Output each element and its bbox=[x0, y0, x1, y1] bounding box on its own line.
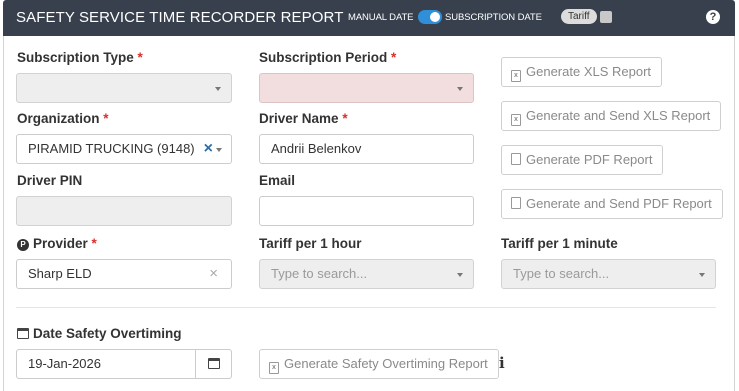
driver-name-label: Driver Name * bbox=[259, 111, 348, 126]
provider-select[interactable]: Sharp ELD × bbox=[16, 259, 232, 289]
chevron-down-icon bbox=[457, 87, 463, 91]
tariff-minute-label: Tariff per 1 minute bbox=[501, 236, 618, 251]
tariff-minute-select[interactable]: Type to search... bbox=[501, 259, 716, 289]
tariff-badge: Tariff bbox=[561, 9, 597, 24]
driver-pin-label: Driver PIN bbox=[17, 173, 83, 188]
subscription-type-select[interactable] bbox=[16, 73, 232, 103]
generate-xls-button[interactable]: x Generate XLS Report bbox=[501, 57, 663, 87]
excel-file-icon: x bbox=[511, 114, 521, 126]
tariff-checkbox[interactable] bbox=[600, 11, 612, 23]
required-mark: * bbox=[91, 236, 97, 251]
manual-date-label[interactable]: MANUAL DATE bbox=[348, 12, 414, 23]
chevron-down-icon bbox=[215, 87, 221, 91]
excel-file-icon: x bbox=[269, 362, 279, 374]
required-mark: * bbox=[342, 111, 348, 126]
chevron-down-icon bbox=[457, 273, 463, 277]
subscription-date-label[interactable]: SUBSCRIPTION DATE bbox=[445, 12, 542, 23]
generate-send-xls-button[interactable]: x Generate and Send XLS Report bbox=[501, 101, 722, 131]
overtiming-date-input[interactable]: 19-Jan-2026 bbox=[16, 349, 196, 379]
pdf-file-icon bbox=[511, 197, 521, 209]
info-icon[interactable]: i bbox=[499, 354, 505, 372]
generate-pdf-button[interactable]: Generate PDF Report bbox=[501, 145, 664, 175]
required-mark: * bbox=[103, 111, 109, 126]
subscription-period-select[interactable] bbox=[259, 73, 474, 103]
calendar-icon bbox=[208, 358, 220, 369]
provider-label: P Provider * bbox=[17, 236, 97, 251]
date-mode-toggle[interactable] bbox=[418, 10, 442, 24]
excel-file-icon: x bbox=[511, 70, 521, 82]
clear-provider-icon[interactable]: × bbox=[209, 260, 218, 288]
driver-name-input[interactable]: Andrii Belenkov bbox=[259, 134, 474, 164]
email-input[interactable] bbox=[259, 196, 474, 226]
toggle-knob bbox=[430, 12, 440, 22]
provider-icon: P bbox=[17, 239, 29, 251]
date-picker-button[interactable] bbox=[195, 349, 232, 379]
organization-select[interactable]: PIRAMID TRUCKING (9148) × bbox=[16, 134, 232, 164]
subscription-type-label: Subscription Type * bbox=[17, 50, 143, 65]
subscription-period-label: Subscription Period * bbox=[259, 50, 397, 65]
chevron-down-icon bbox=[216, 148, 222, 152]
driver-pin-input[interactable] bbox=[16, 196, 232, 226]
email-label: Email bbox=[259, 173, 296, 188]
organization-label: Organization * bbox=[17, 111, 109, 126]
overtiming-label: Date Safety Overtiming bbox=[17, 326, 182, 341]
chevron-down-icon bbox=[699, 273, 705, 277]
help-icon[interactable]: ? bbox=[706, 10, 720, 24]
calendar-icon bbox=[17, 328, 29, 339]
generate-send-pdf-button[interactable]: Generate and Send PDF Report bbox=[501, 189, 723, 219]
tariff-hour-select[interactable]: Type to search... bbox=[259, 259, 474, 289]
report-header: SAFETY SERVICE TIME RECORDER REPORT MANU… bbox=[3, 0, 735, 36]
required-mark: * bbox=[391, 50, 397, 65]
section-divider bbox=[16, 307, 716, 308]
pdf-file-icon bbox=[511, 153, 521, 165]
clear-organization-icon[interactable]: × bbox=[204, 135, 213, 163]
page-title: SAFETY SERVICE TIME RECORDER REPORT bbox=[16, 9, 344, 26]
generate-overtiming-button[interactable]: x Generate Safety Overtiming Report bbox=[259, 349, 499, 379]
tariff-hour-label: Tariff per 1 hour bbox=[259, 236, 362, 251]
required-mark: * bbox=[137, 50, 143, 65]
